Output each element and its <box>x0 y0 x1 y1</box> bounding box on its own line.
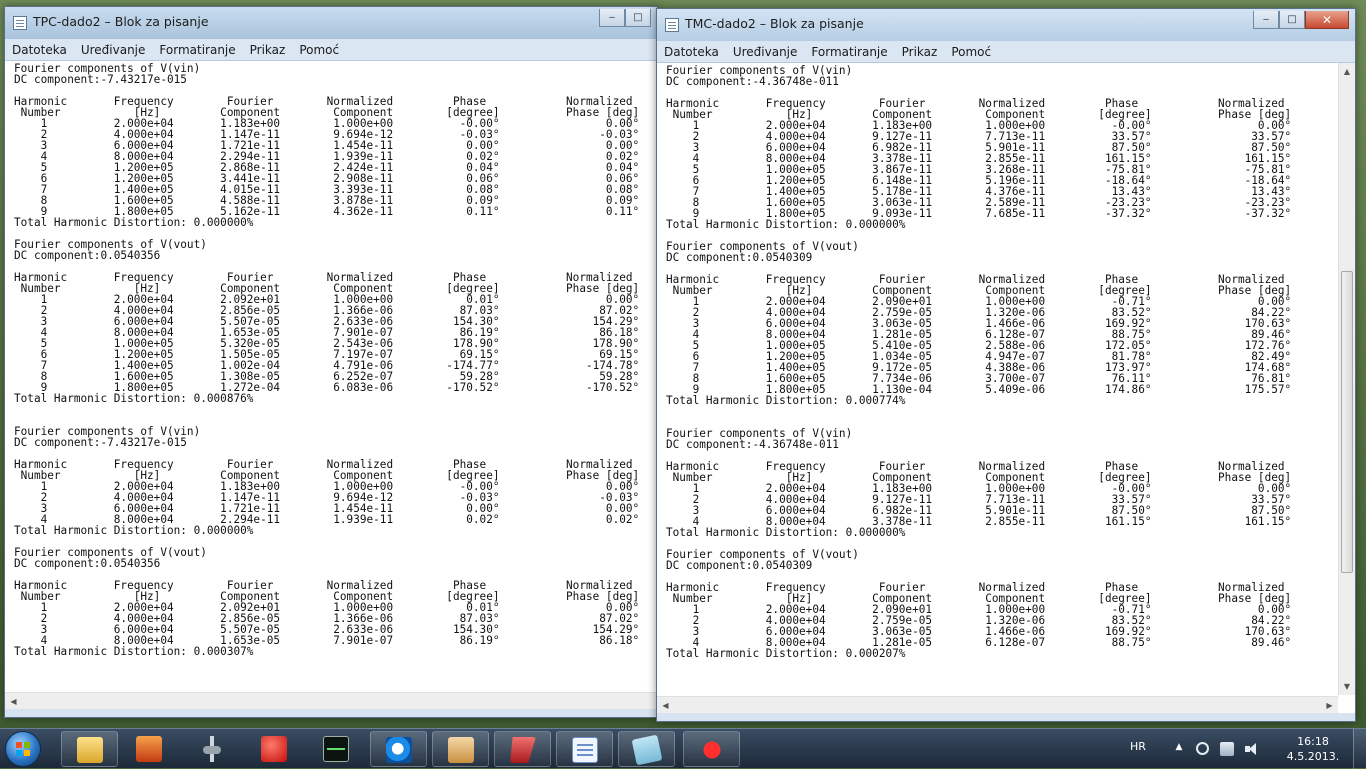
taskbar-internet-explorer[interactable] <box>370 731 427 767</box>
language-indicator[interactable]: HR <box>1130 740 1146 753</box>
vertical-scrollbar[interactable]: ▲ ▼ <box>1338 63 1355 695</box>
window-frame-bottom <box>657 713 1355 721</box>
caption-buttons: ‒ □ ✕ <box>1253 11 1349 29</box>
antivirus-icon <box>261 736 287 762</box>
text-area[interactable]: Fourier components of V(vin) DC componen… <box>657 63 1338 695</box>
chevron-up-icon[interactable]: ▲ <box>1172 742 1186 756</box>
menu-datoteka[interactable]: Datoteka <box>657 45 726 59</box>
menu-uredivanje[interactable]: Uređivanje <box>74 43 153 57</box>
menu-bar: Datoteka Uređivanje Formatiranje Prikaz … <box>657 41 1355 63</box>
menu-formatiranje[interactable]: Formatiranje <box>804 45 894 59</box>
window-frame-bottom <box>5 709 657 717</box>
menu-bar: Datoteka Uređivanje Formatiranje Prikaz … <box>5 39 657 61</box>
sync-icon[interactable] <box>1196 742 1209 755</box>
menu-pomoc[interactable]: Pomoć <box>292 43 346 57</box>
menu-datoteka[interactable]: Datoteka <box>5 43 74 57</box>
taskbar-file-explorer[interactable] <box>61 731 118 767</box>
document-text[interactable]: Fourier components of V(vin) DC componen… <box>5 61 657 657</box>
menu-formatiranje[interactable]: Formatiranje <box>152 43 242 57</box>
menu-pomoc[interactable]: Pomoć <box>944 45 998 59</box>
horizontal-scrollbar[interactable]: ◀ <box>5 692 657 709</box>
network-icon[interactable] <box>1220 742 1234 756</box>
notepad-window-tpc[interactable]: TPC-dado2 – Blok za pisanje ‒ □ Datoteka… <box>4 6 658 718</box>
photo-icon <box>448 737 474 763</box>
window-title: TMC-dado2 – Blok za pisanje <box>685 16 864 31</box>
scroll-right-icon[interactable]: ▶ <box>1321 697 1338 714</box>
internet-explorer-icon <box>386 737 412 763</box>
taskbar-paint[interactable] <box>683 731 740 767</box>
title-bar[interactable]: TMC-dado2 – Blok za pisanje ‒ □ ✕ <box>657 9 1355 41</box>
menu-prikaz[interactable]: Prikaz <box>895 45 945 59</box>
menu-prikaz[interactable]: Prikaz <box>243 43 293 57</box>
notepad-icon <box>665 18 679 32</box>
scroll-down-icon[interactable]: ▼ <box>1339 678 1355 695</box>
paint-icon <box>699 737 725 763</box>
scroll-thumb[interactable] <box>1341 271 1353 573</box>
minimize-button[interactable]: ‒ <box>599 9 625 27</box>
magnifier-icon <box>136 736 162 762</box>
scroll-left-icon[interactable]: ◀ <box>5 693 22 710</box>
clock[interactable]: 16:18 4.5.2013. <box>1276 734 1350 764</box>
menu-uredivanje[interactable]: Uređivanje <box>726 45 805 59</box>
notepad-window-tmc[interactable]: TMC-dado2 – Blok za pisanje ‒ □ ✕ Datote… <box>656 8 1356 722</box>
taskbar-document-viewer[interactable] <box>556 731 613 767</box>
document-text[interactable]: Fourier components of V(vin) DC componen… <box>657 63 1338 659</box>
taskbar-antivirus[interactable] <box>246 731 303 767</box>
oscilloscope-icon <box>323 736 349 762</box>
taskbar-oscilloscope[interactable] <box>308 731 365 767</box>
notepad-icon <box>631 734 663 766</box>
taskbar: HR ▲ 16:18 4.5.2013. <box>0 728 1366 769</box>
document-icon <box>572 737 598 763</box>
caption-buttons: ‒ □ <box>599 9 651 27</box>
maximize-button[interactable]: □ <box>1279 11 1305 29</box>
close-button[interactable]: ✕ <box>1305 11 1349 29</box>
folder-icon <box>77 737 103 763</box>
clock-date: 4.5.2013. <box>1286 750 1340 763</box>
show-desktop-button[interactable] <box>1353 729 1366 769</box>
minimize-button[interactable]: ‒ <box>1253 11 1279 29</box>
text-area[interactable]: Fourier components of V(vin) DC componen… <box>5 61 657 691</box>
volume-icon[interactable] <box>1244 742 1258 756</box>
notepad-icon <box>13 16 27 30</box>
taskbar-magnifier[interactable] <box>121 731 178 767</box>
scroll-up-icon[interactable]: ▲ <box>1339 63 1355 80</box>
title-bar[interactable]: TPC-dado2 – Blok za pisanje ‒ □ <box>5 7 657 39</box>
taskbar-notepad[interactable] <box>618 731 675 767</box>
horizontal-scrollbar[interactable]: ◀ ▶ <box>657 696 1338 713</box>
scroll-left-icon[interactable]: ◀ <box>657 697 674 714</box>
windows-start-icon[interactable] <box>5 731 41 767</box>
admin-tool-icon <box>510 737 536 763</box>
system-tray: HR ▲ 16:18 4.5.2013. <box>1126 729 1366 769</box>
clock-time: 16:18 <box>1297 735 1329 748</box>
probe-icon <box>199 736 225 762</box>
taskbar-photo-viewer[interactable] <box>432 731 489 767</box>
window-title: TPC-dado2 – Blok za pisanje <box>33 14 209 29</box>
maximize-button[interactable]: □ <box>625 9 651 27</box>
taskbar-probe-tool[interactable] <box>184 731 241 767</box>
taskbar-admin-tool[interactable] <box>494 731 551 767</box>
